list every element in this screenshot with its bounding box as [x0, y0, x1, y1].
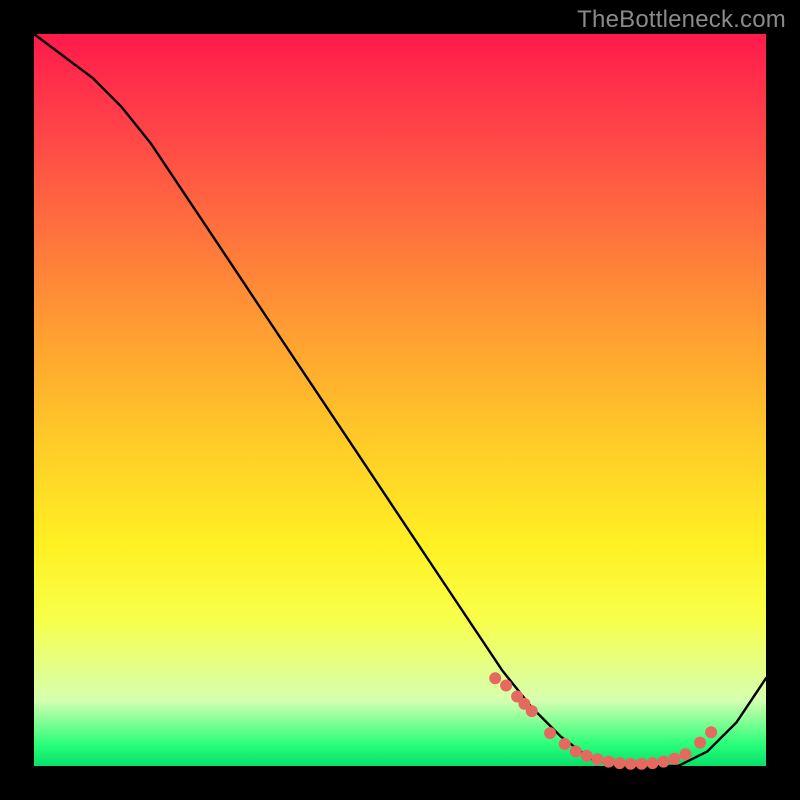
- scatter-point: [545, 728, 556, 739]
- curve-line: [34, 34, 766, 766]
- watermark-text: TheBottleneck.com: [577, 6, 786, 34]
- scatter-point: [658, 756, 669, 767]
- scatter-point: [501, 680, 512, 691]
- scatter-point: [695, 737, 706, 748]
- scatter-point: [680, 749, 691, 760]
- scatter-points: [490, 673, 717, 770]
- scatter-point: [490, 673, 501, 684]
- scatter-point: [570, 746, 581, 757]
- scatter-point: [603, 756, 614, 767]
- scatter-point: [559, 739, 570, 750]
- scatter-point: [592, 754, 603, 765]
- scatter-point: [636, 758, 647, 769]
- scatter-point: [669, 753, 680, 764]
- scatter-point: [647, 758, 658, 769]
- scatter-point: [614, 758, 625, 769]
- scatter-point: [706, 727, 717, 738]
- scatter-point: [581, 750, 592, 761]
- scatter-point: [526, 706, 537, 717]
- chart-stage: TheBottleneck.com: [0, 0, 800, 800]
- chart-svg: [34, 34, 766, 766]
- scatter-point: [625, 758, 636, 769]
- plot-area: [34, 34, 766, 766]
